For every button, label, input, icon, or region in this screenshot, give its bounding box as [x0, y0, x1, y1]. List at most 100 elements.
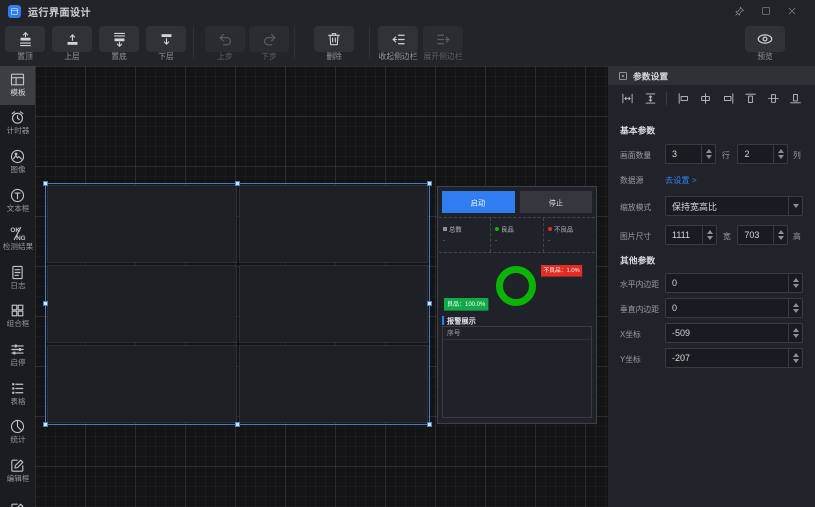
settings-icon	[618, 71, 628, 81]
image-width-stepper[interactable]: 1111	[665, 225, 717, 245]
v-padding-row: 垂直内边距 0	[620, 298, 803, 318]
sidebar-item-image[interactable]: 图像	[0, 143, 35, 182]
section-accent-bar	[442, 316, 444, 325]
section-other-params: 其他参数	[620, 253, 781, 266]
align-right-icon[interactable]	[722, 92, 735, 105]
move-up-layer-button[interactable]: 上层	[52, 26, 92, 65]
preview-button[interactable]: 预览	[745, 26, 785, 65]
design-canvas[interactable]: 启动 停止 总数 - 良品 - 不良品 - 不良品：1.0% 良品：100.0%…	[35, 66, 608, 507]
y-coord-arrows[interactable]	[788, 349, 802, 367]
edit-icon	[9, 501, 26, 507]
x-coord-label: X坐标	[620, 327, 655, 339]
resize-handle-sw[interactable]	[43, 422, 48, 427]
sidebar-item-12[interactable]	[0, 491, 35, 507]
rows-stepper-arrows[interactable]	[701, 145, 715, 163]
rows-unit: 行	[722, 148, 730, 160]
undo-button[interactable]: 上步	[205, 26, 245, 65]
x-coord-stepper[interactable]: -509	[665, 323, 803, 343]
move-down-layer-icon	[158, 31, 175, 48]
image-size-row: 图片尺寸 1111 宽 703 高	[620, 225, 803, 245]
align-top-icon[interactable]	[744, 92, 757, 105]
alignment-separator	[666, 92, 667, 105]
maximize-icon[interactable]	[761, 6, 771, 16]
resize-handle-se[interactable]	[427, 422, 432, 427]
svg-text:NG: NG	[16, 235, 26, 242]
undo-icon	[217, 31, 234, 48]
scale-mode-select[interactable]: 保持宽高比	[665, 196, 803, 216]
sidebar-item-timer[interactable]: 计时器	[0, 105, 35, 144]
delete-button[interactable]: 删除	[314, 26, 354, 65]
sidebar-item-template[interactable]: 模板	[0, 66, 35, 105]
x-coord-arrows[interactable]	[788, 324, 802, 342]
h-padding-arrows[interactable]	[788, 274, 802, 292]
align-bottom-icon[interactable]	[789, 92, 802, 105]
component-sidebar: 模板 计时器 图像 文本框 OKNG 检测结果 日志 组合框 启停 表格 统计 …	[0, 66, 35, 507]
image-width-unit: 宽	[723, 229, 731, 241]
resize-handle-w[interactable]	[43, 301, 48, 306]
toolbar-separator	[193, 27, 194, 59]
h-padding-stepper[interactable]: 0	[665, 273, 803, 293]
defect-rate-badge: 不良品：1.0%	[541, 265, 582, 277]
toolbar: 置顶 上层 置底 下层 上步 下步 删除 收起侧边栏 展开侧边栏 预览	[0, 22, 815, 66]
stretch-vertical-icon[interactable]	[644, 92, 657, 105]
resize-handle-nw[interactable]	[43, 181, 48, 186]
log-icon	[9, 264, 26, 281]
close-icon[interactable]	[787, 6, 797, 16]
table-header-serial: 序号	[443, 327, 591, 340]
good-rate-badge: 良品：100.0%	[444, 298, 488, 311]
toolbar-separator	[369, 27, 370, 59]
selected-template-widget[interactable]	[45, 183, 430, 425]
align-left-icon[interactable]	[677, 92, 690, 105]
parameter-panel-title: 参数设置	[633, 69, 668, 82]
send-to-back-button[interactable]: 置底	[99, 26, 139, 65]
align-middle-vertical-icon[interactable]	[767, 92, 780, 105]
y-coord-stepper[interactable]: -207	[665, 348, 803, 368]
eye-icon	[756, 30, 774, 48]
pin-icon[interactable]	[734, 6, 745, 17]
template-cell	[47, 265, 237, 343]
bring-to-front-button[interactable]: 置顶	[5, 26, 45, 65]
redo-icon	[261, 31, 278, 48]
collapse-sidebar-button[interactable]: 收起侧边栏	[378, 26, 418, 65]
stretch-horizontal-icon[interactable]	[621, 92, 634, 105]
data-source-link[interactable]: 去设置 >	[665, 173, 697, 185]
sidebar-item-start-stop[interactable]: 启停	[0, 336, 35, 375]
cols-stepper-arrows[interactable]	[773, 145, 787, 163]
v-padding-stepper[interactable]: 0	[665, 298, 803, 318]
stat-total: 总数 -	[439, 218, 490, 252]
sidebar-item-detect-result[interactable]: OKNG 检测结果	[0, 220, 35, 259]
scale-mode-row: 缩放模式 保持宽高比	[620, 196, 803, 216]
resize-handle-n[interactable]	[235, 181, 240, 186]
expand-sidebar-button[interactable]: 展开侧边栏	[423, 26, 463, 65]
sidebar-item-statistics[interactable]: 统计	[0, 413, 35, 452]
sidebar-item-combobox[interactable]: 组合框	[0, 298, 35, 337]
stop-button[interactable]: 停止	[520, 191, 593, 213]
align-center-horizontal-icon[interactable]	[699, 92, 712, 105]
image-width-arrows[interactable]	[702, 226, 716, 244]
sidebar-item-log[interactable]: 日志	[0, 259, 35, 298]
resize-handle-e[interactable]	[427, 301, 432, 306]
cols-unit: 列	[793, 148, 801, 160]
template-cell	[239, 265, 429, 343]
sidebar-item-table[interactable]: 表格	[0, 375, 35, 414]
sidebar-item-textbox[interactable]: 文本框	[0, 182, 35, 221]
move-down-layer-button[interactable]: 下层	[146, 26, 186, 65]
resize-handle-s[interactable]	[235, 422, 240, 427]
resize-handle-ne[interactable]	[427, 181, 432, 186]
dashboard-table: 序号	[442, 326, 592, 418]
total-dot	[443, 227, 447, 231]
image-icon	[9, 148, 26, 165]
sidebar-item-editbox[interactable]: 编辑框	[0, 452, 35, 491]
redo-button[interactable]: 下步	[249, 26, 289, 65]
image-height-stepper[interactable]: 703	[737, 225, 788, 245]
stat-good: 良品 -	[490, 218, 542, 252]
cols-stepper[interactable]: 2	[737, 144, 788, 164]
image-height-arrows[interactable]	[773, 226, 787, 244]
v-padding-arrows[interactable]	[788, 299, 802, 317]
dashboard-widget[interactable]: 启动 停止 总数 - 良品 - 不良品 - 不良品：1.0% 良品：100.0%…	[437, 186, 597, 424]
template-grid	[47, 185, 428, 423]
rows-stepper[interactable]: 3	[665, 144, 716, 164]
start-button[interactable]: 启动	[442, 191, 515, 213]
template-cell	[239, 345, 429, 423]
scale-mode-chevron[interactable]	[788, 197, 802, 215]
